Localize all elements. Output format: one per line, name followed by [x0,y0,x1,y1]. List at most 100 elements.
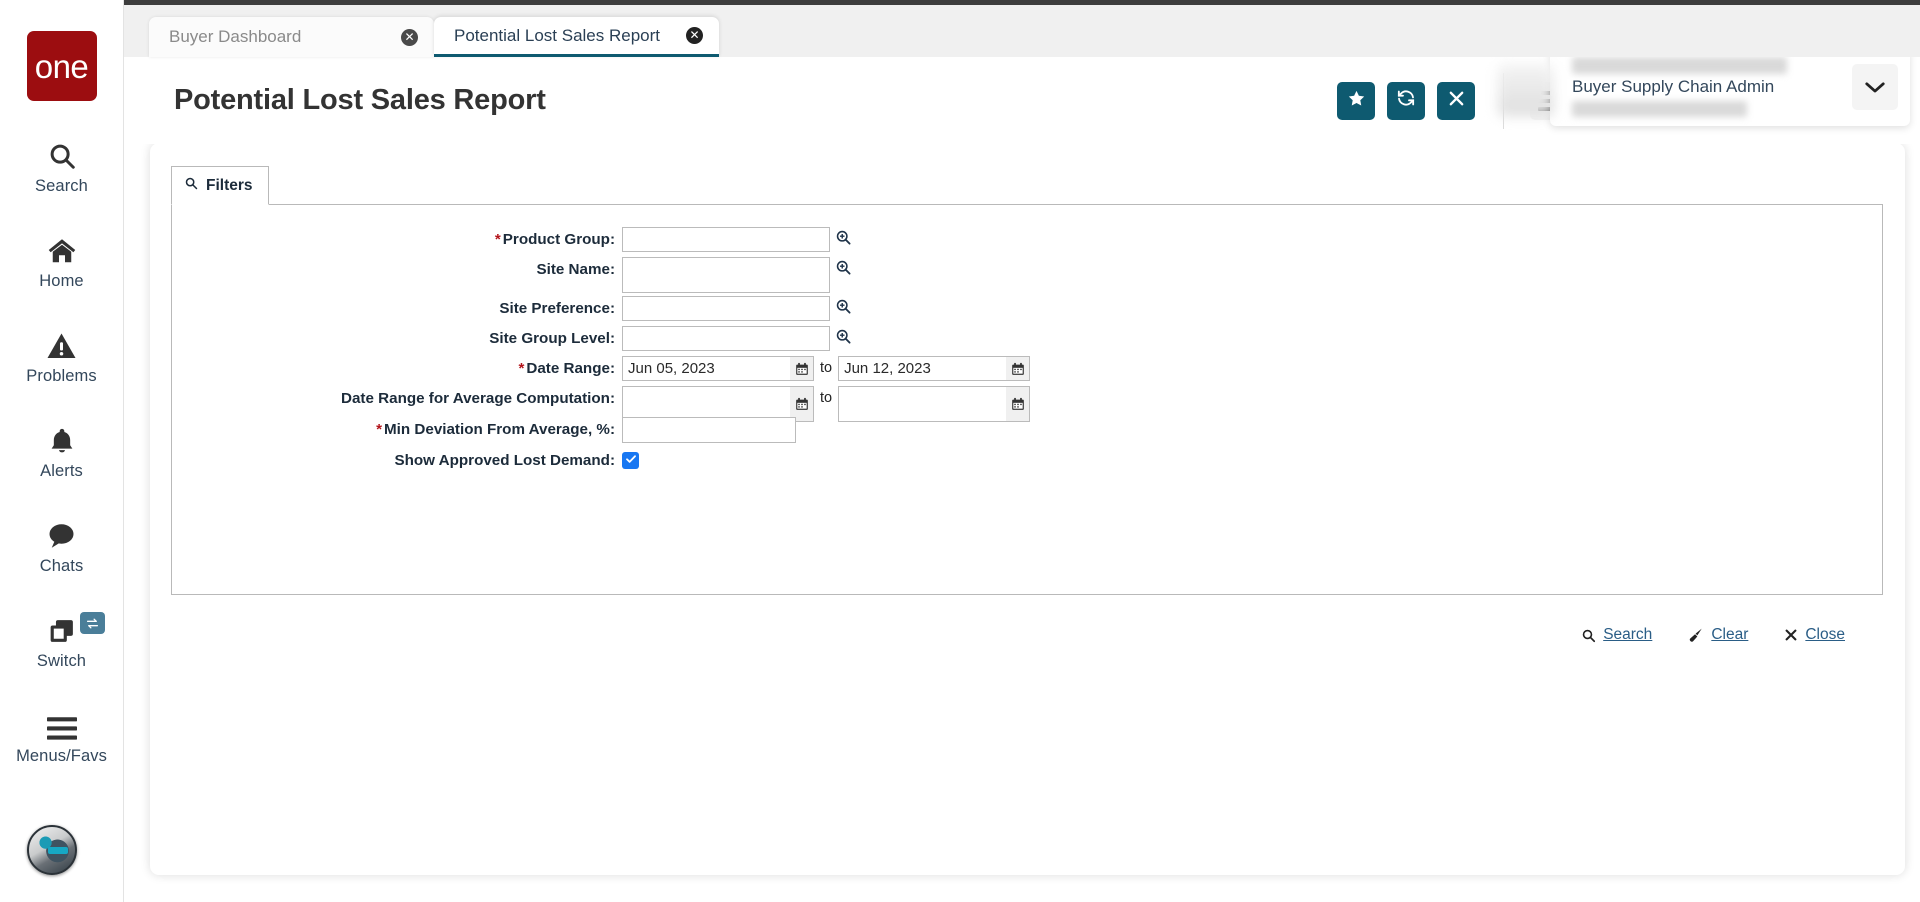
x-icon [1784,628,1798,642]
browser-tab-bar: Buyer Dashboard ✕ Potential Lost Sales R… [124,5,1920,57]
close-action[interactable]: Close [1784,626,1845,644]
sidebar-item-search[interactable]: Search [7,135,117,196]
close-icon[interactable]: ✕ [686,27,703,44]
calendar-icon[interactable] [1006,356,1031,381]
clear-action[interactable]: Clear [1688,626,1748,644]
robot-assistant-avatar[interactable] [27,825,77,875]
refresh-button[interactable] [1387,81,1425,120]
sidebar-item-home[interactable]: Home [7,230,117,291]
switch-windows-icon [42,610,82,646]
sidebar-item-label: Alerts [40,462,83,480]
required-asterisk: * [494,231,501,248]
checkmark-icon [625,452,637,470]
warning-triangle-icon [42,325,82,361]
product-group-input[interactable] [622,227,830,252]
magnifier-plus-icon[interactable] [835,298,852,315]
date-range-separator: to [820,390,833,406]
close-icon[interactable]: ✕ [401,28,418,46]
sidebar-item-label: Problems [26,367,97,385]
field-label-text: Site Preference [499,300,610,317]
search-action-label: Search [1603,626,1653,643]
tab-filters[interactable]: Filters [171,166,269,205]
field-row-show-approved: Show Approved Lost Demand: [172,448,639,469]
star-icon [1347,89,1366,113]
close-action-label: Close [1805,626,1845,643]
required-asterisk: * [376,421,383,438]
magnifier-plus-icon[interactable] [835,259,852,276]
filters-tabstrip: Filters [171,166,1883,205]
tab-filters-label: Filters [206,176,253,194]
user-role: Buyer Supply Chain Admin [1572,76,1775,96]
sidebar-item-problems[interactable]: Problems [7,325,117,386]
brand-logo[interactable]: one [26,31,97,101]
field-label: Show Approved Lost Demand: [394,452,615,469]
exchange-arrows-icon[interactable] [79,612,105,634]
field-label: Site Preference: [499,300,615,317]
field-label-text: Date Range [526,360,610,377]
field-label: Site Group Level: [489,330,615,347]
chat-bubble-icon [42,515,82,551]
sidebar-item-switch[interactable]: Switch [7,610,117,671]
user-info: Buyer Supply Chain Admin [1572,56,1852,118]
field-label-text: Site Name [536,261,610,278]
sidebar-item-alerts[interactable]: Alerts [7,420,117,481]
show-approved-checkbox[interactable] [622,452,639,469]
filters-body: * Product Group: Site Name: Site Prefere… [171,205,1883,595]
field-label-text: Date Range for Average Computation [341,390,610,407]
search-icon [184,176,198,195]
content-card: Filters * Product Group: Site Name: Site… [150,143,1905,875]
search-icon [1581,628,1596,643]
tab-potential-lost-sales-report[interactable]: Potential Lost Sales Report ✕ [434,17,719,57]
field-label: Date Range for Average Computation: [341,390,615,407]
site-preference-input[interactable] [622,296,830,321]
field-row-site-preference: Site Preference: [172,296,852,321]
favorite-button[interactable] [1337,81,1375,120]
user-profile-menu[interactable]: Buyer Supply Chain Admin [1498,48,1910,126]
required-asterisk: * [518,360,525,377]
avatar [1498,64,1554,116]
site-group-level-input[interactable] [622,326,830,351]
sidebar-item-chats[interactable]: Chats [7,515,117,576]
sidebar-item-label: Home [39,272,84,290]
filter-actions: Search Clear Close [150,626,1883,644]
date-range-from-input[interactable] [622,356,790,381]
field-row-product-group: * Product Group: [172,227,852,252]
brand-logo-text: one [34,47,89,85]
field-label: * Product Group: [494,231,615,248]
close-button[interactable] [1437,81,1475,120]
field-label-text: Min Deviation From Average, % [384,421,610,438]
site-name-input[interactable] [622,257,830,293]
field-label-text: Product Group [502,231,610,248]
sidebar-item-label: Chats [39,557,84,575]
sidebar-item-menus-favs[interactable]: Menus/Favs [7,705,117,766]
min-deviation-input[interactable] [622,417,796,443]
date-range-to-input[interactable] [838,356,1007,381]
tab-buyer-dashboard[interactable]: Buyer Dashboard ✕ [149,17,434,57]
calendar-icon[interactable] [790,356,814,381]
magnifier-plus-icon[interactable] [835,328,852,345]
left-sidebar: one Search Home Problems Alerts Chats Sw… [0,0,124,902]
tab-label: Buyer Dashboard [169,27,302,46]
sidebar-item-label: Menus/Favs [16,747,107,765]
field-row-site-name: Site Name: [172,257,852,293]
clear-action-label: Clear [1711,626,1749,643]
field-label: * Date Range: [518,360,615,377]
search-action[interactable]: Search [1581,626,1652,644]
field-label-text: Site Group Level [489,330,610,347]
x-icon [1448,90,1465,112]
magnifier-plus-icon[interactable] [835,229,852,246]
broom-icon [1688,627,1704,643]
chevron-down-icon[interactable] [1852,64,1898,110]
sidebar-item-label: Search [35,177,88,195]
user-org-redacted [1572,101,1747,118]
field-row-min-deviation: * Min Deviation From Average, %: [172,417,796,443]
field-row-site-group-level: Site Group Level: [172,326,852,351]
search-icon [42,135,82,171]
field-label-text: Show Approved Lost Demand [394,452,610,469]
avg-date-range-to-input[interactable] [838,386,1007,422]
sidebar-item-label: Switch [36,652,87,670]
refresh-icon [1396,88,1416,113]
calendar-icon[interactable] [1006,386,1031,422]
field-label: * Min Deviation From Average, %: [376,421,615,438]
field-row-date-range: *Date Range: to [172,356,1031,381]
